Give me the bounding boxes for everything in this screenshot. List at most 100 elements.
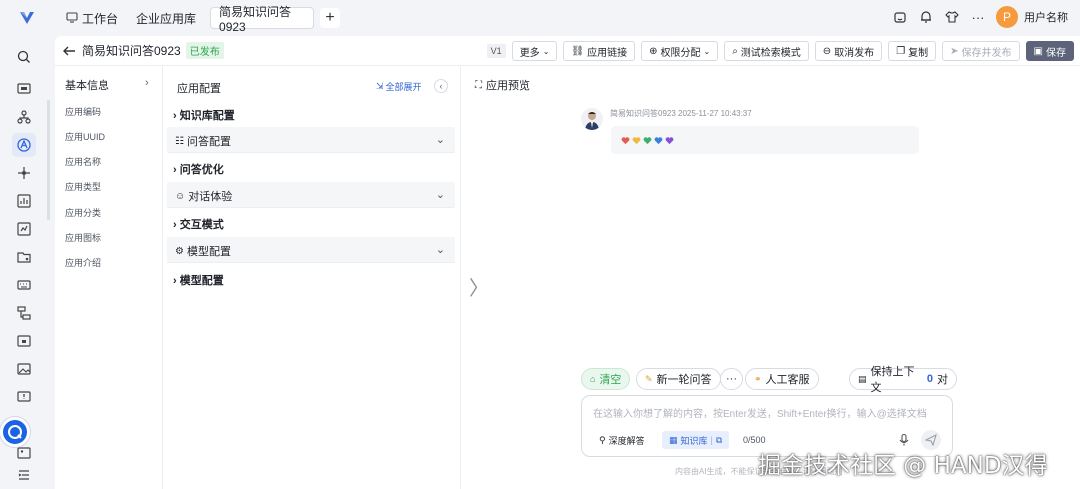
main-panel: 简易知识问答0923 已发布 V1 更多 ⌄ ⛓ 应用链接 ⊕ 权限分配 ⌄ ⌕ 测试检索…: [47, 36, 1080, 489]
link-icon: ⛓: [571, 45, 585, 57]
new-round-button[interactable]: ✎ 新一轮问答: [636, 368, 721, 390]
heart-purple-icon: [665, 136, 674, 144]
tab-enterprise-apps[interactable]: 企业应用库: [128, 7, 204, 29]
chevron-left-icon: ‹: [439, 81, 443, 91]
list-item[interactable]: 应用UUID: [65, 130, 105, 143]
new-round-label: 新一轮问答: [656, 374, 712, 386]
list-item[interactable]: 应用分类: [65, 206, 101, 219]
screen-icon[interactable]: [16, 81, 32, 97]
test-mode-button[interactable]: ⌕ 测试检索模式: [724, 41, 809, 61]
home-icon[interactable]: [892, 9, 908, 25]
bulb-icon: ⚲: [599, 434, 606, 445]
save-icon: ▣: [1033, 45, 1043, 57]
plus-icon: +: [325, 9, 335, 26]
tab-current-app[interactable]: 简易知识问答0923: [210, 5, 315, 34]
section-label: 交互模式: [179, 219, 224, 231]
chart-icon[interactable]: [16, 193, 32, 209]
tab-label: 简易知识问答0923: [219, 4, 292, 34]
tab-label: 企业应用库: [136, 11, 197, 26]
human-service-button[interactable]: ⚭ 人工客服: [745, 368, 819, 390]
assistant-float-button[interactable]: [0, 417, 30, 447]
section-label: 模型配置: [186, 246, 231, 258]
list-item[interactable]: 应用编码: [65, 105, 101, 118]
section-label: 问答优化: [179, 164, 224, 176]
deep-answer-toggle[interactable]: ⚲ 深度解答: [592, 431, 652, 449]
list-collapse-icon[interactable]: [16, 467, 32, 483]
more-icon: ···: [726, 373, 737, 385]
user-name[interactable]: 用户名称: [1024, 9, 1068, 25]
message-icon[interactable]: [16, 389, 32, 405]
section-model-config[interactable]: ⚙ 模型配置 ⌄: [167, 237, 455, 263]
preview-header: ⛶ 应用预览: [475, 77, 530, 93]
permission-button[interactable]: ⊕ 权限分配 ⌄: [641, 41, 719, 61]
mic-icon[interactable]: [897, 433, 911, 447]
unpublish-button[interactable]: ⊖ 取消发布: [814, 41, 883, 61]
network-icon[interactable]: [16, 165, 32, 181]
chevron-down-icon: ⌄: [435, 189, 445, 201]
keep-context-button[interactable]: ▤ 保持上下文 0 对: [849, 366, 957, 394]
expand-all-button[interactable]: ⇲ 全部展开: [376, 80, 422, 93]
picture-icon[interactable]: [16, 445, 32, 461]
shirt-icon[interactable]: [944, 9, 960, 25]
chevron-right-icon[interactable]: 〉: [469, 272, 489, 301]
broom-icon: ⌂: [590, 374, 596, 384]
folder-icon[interactable]: [16, 249, 32, 265]
section-model-config-2[interactable]: › 模型配置: [173, 272, 224, 288]
arrow-left-icon[interactable]: [61, 43, 77, 59]
app-link-button[interactable]: ⛓ 应用链接: [563, 41, 636, 61]
chevron-down-icon: ⌄: [435, 244, 445, 256]
book-icon: ▦: [669, 434, 678, 445]
save-button[interactable]: ▣ 保存: [1025, 41, 1074, 61]
preview-title: 应用预览: [486, 80, 530, 92]
header-toolbar: V1 更多 ⌄ ⛓ 应用链接 ⊕ 权限分配 ⌄ ⌕ 测试检索模式 ⊖ 取消发布 ❐ 复制 ➤ 保…: [486, 41, 1074, 61]
human-service-label: 人工客服: [765, 374, 810, 386]
section-dialog-experience[interactable]: ☺ 对话体验 ⌄: [167, 182, 455, 208]
monitor-icon: [66, 11, 78, 26]
section-qa-config[interactable]: ☷ 问答配置 ⌄: [167, 127, 455, 153]
version-badge: V1: [486, 44, 506, 58]
app-logo-icon[interactable]: [18, 9, 36, 27]
avatar[interactable]: P: [996, 6, 1018, 28]
report-icon[interactable]: [16, 221, 32, 237]
keyboard-icon[interactable]: [16, 277, 32, 293]
section-knowledge-config[interactable]: › 知识库配置: [173, 107, 235, 123]
save-publish-button[interactable]: ➤ 保存并发布: [942, 41, 1020, 61]
section-interaction-mode[interactable]: › 交互模式: [173, 216, 224, 232]
context-count: 0: [926, 373, 933, 385]
bot-message-bubble: [611, 126, 919, 154]
bell-icon[interactable]: [918, 9, 934, 25]
chevron-right-icon[interactable]: ›: [145, 77, 149, 89]
copy-button[interactable]: ❐ 复制: [888, 41, 937, 61]
search-icon[interactable]: [16, 49, 32, 65]
knowledge-base-toggle[interactable]: ▦ 知识库 | ⧉: [662, 431, 730, 449]
doc-select-icon[interactable]: ⧉: [716, 435, 722, 446]
lock-folder-icon[interactable]: [16, 333, 32, 349]
qa-icon: ☷: [175, 135, 184, 147]
list-item[interactable]: 应用图标: [65, 231, 101, 244]
app-link-label: 应用链接: [587, 47, 628, 59]
tab-workbench[interactable]: 工作台: [58, 7, 126, 29]
flow-icon[interactable]: [16, 305, 32, 321]
unpublish-label: 取消发布: [834, 47, 875, 59]
section-qa-optimization[interactable]: › 问答优化: [173, 161, 224, 177]
list-item[interactable]: 应用名称: [65, 155, 101, 168]
list-item[interactable]: 应用类型: [65, 180, 101, 193]
basic-info-title: 基本信息: [65, 80, 109, 92]
keep-context-label: 保持上下文: [870, 366, 915, 394]
more-icon[interactable]: ···: [970, 9, 986, 25]
collapse-panel-button[interactable]: ‹: [434, 79, 448, 93]
top-bar: 工作台 企业应用库 简易知识问答0923 + ··· P 用户名称: [0, 0, 1080, 36]
org-tree-icon[interactable]: [16, 109, 32, 125]
ai-app-icon[interactable]: [16, 137, 32, 153]
list-item[interactable]: 应用介绍: [65, 256, 101, 269]
scrollbar[interactable]: [47, 100, 50, 220]
heart-red-icon: [621, 136, 630, 144]
scan-icon: ⛶: [475, 79, 482, 91]
dialog-icon: ☺: [175, 190, 186, 202]
more-actions-button[interactable]: ···: [720, 368, 743, 390]
clear-button[interactable]: ⌂ 清空: [581, 368, 631, 390]
more-button[interactable]: 更多 ⌄: [511, 41, 558, 61]
add-tab-button[interactable]: +: [320, 8, 341, 28]
deep-answer-label: 深度解答: [608, 435, 645, 446]
image-gallery-icon[interactable]: [16, 361, 32, 377]
